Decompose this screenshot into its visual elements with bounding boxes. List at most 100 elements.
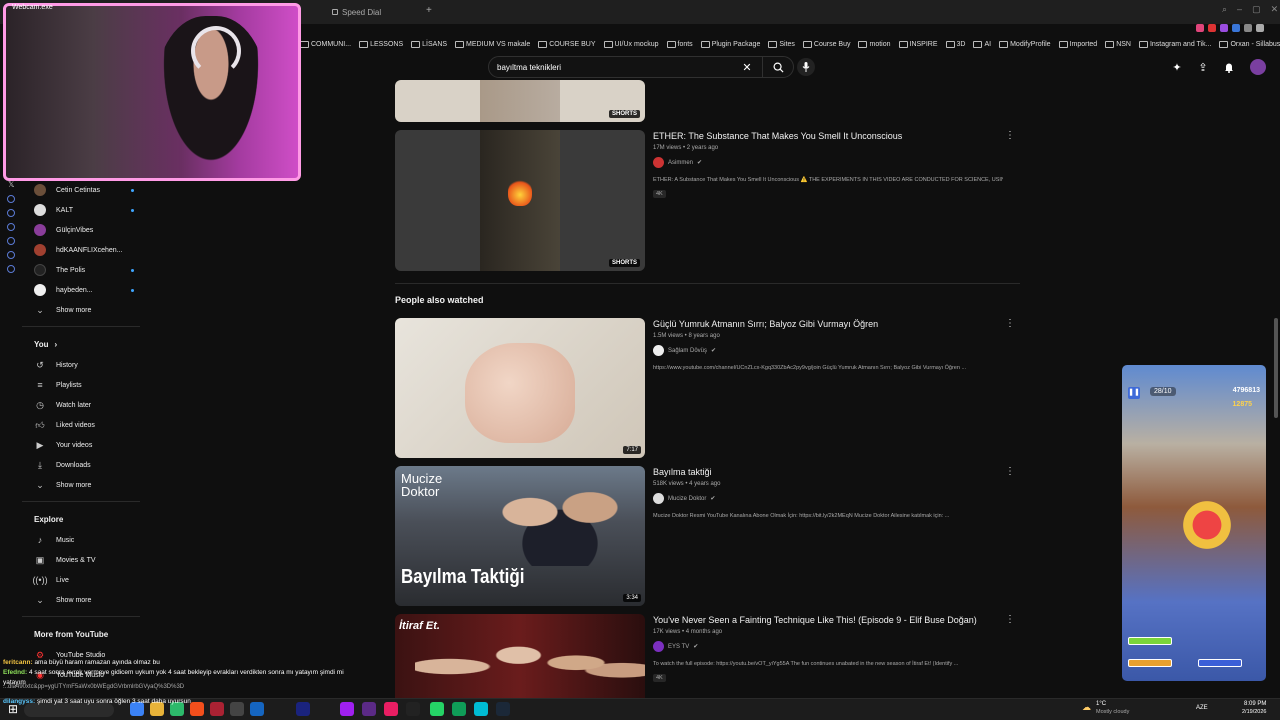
bookmark[interactable]: ModifyProfile	[999, 37, 1050, 51]
extension-icon[interactable]	[1232, 24, 1240, 32]
panel-icon[interactable]	[7, 195, 15, 203]
new-tab-button[interactable]: +	[426, 5, 432, 16]
settings-icon[interactable]	[7, 265, 15, 273]
clear-search-icon[interactable]: ✕	[738, 58, 756, 76]
clock-time[interactable]: 8:09 PM	[1244, 701, 1266, 707]
minimize-icon[interactable]: –	[1237, 4, 1242, 15]
video-title[interactable]: Güçlü Yumruk Atmanın Sırrı; Balyoz Gibi …	[653, 318, 1003, 330]
video-card[interactable]: 7:17 Güçlü Yumruk Atmanın Sırrı; Balyoz …	[395, 318, 1025, 458]
sidebar-item-music[interactable]: ♪ Music	[22, 530, 140, 550]
sidebar-item-movies[interactable]: ▣ Movies & TV	[22, 550, 140, 570]
video-title[interactable]: ETHER: The Substance That Makes You Smel…	[653, 130, 1003, 142]
history-icon[interactable]	[7, 223, 15, 231]
extension-icon[interactable]	[1196, 24, 1204, 32]
bookmark[interactable]: 3D	[946, 37, 966, 51]
sidebar-item-live[interactable]: ((•)) Live	[22, 570, 140, 590]
show-more-subscriptions[interactable]: ⌄ Show more	[22, 300, 140, 320]
channel-row[interactable]: Asimmen ✔	[653, 157, 1003, 168]
taskbar-app-icon[interactable]	[452, 702, 466, 716]
sidebar-subscription[interactable]: GülçinVibes	[22, 220, 140, 240]
bookmark[interactable]: Instagram and Tik...	[1139, 37, 1211, 51]
bookmark[interactable]: Sites	[768, 37, 795, 51]
video-title[interactable]: You've Never Seen a Fainting Technique L…	[653, 614, 1003, 626]
video-card[interactable]: İtiraf Et. You've Never Seen a Fainting …	[395, 614, 1025, 704]
sidebar-item-downloads[interactable]: ⤓ Downloads	[22, 455, 140, 475]
channel-row[interactable]: Sağlam Dövüş ✔	[653, 345, 1003, 356]
bookmark[interactable]: Plugin Package	[701, 37, 761, 51]
search-tabs-icon[interactable]: ⌕	[1222, 4, 1227, 15]
sidebar-item-liked-videos[interactable]: 👍︎ Liked videos	[22, 415, 140, 435]
more-options-icon[interactable]: ⋮	[1005, 466, 1015, 477]
extension-icon[interactable]	[1220, 24, 1228, 32]
video-thumbnail[interactable]: 7:17	[395, 318, 645, 458]
sidebar-subscription[interactable]: KALT	[22, 200, 140, 220]
scrollbar[interactable]	[1274, 318, 1278, 418]
show-more-explore[interactable]: ⌄ Show more	[22, 590, 140, 610]
sidebar-subscription[interactable]: Cetin Cetintas	[22, 180, 140, 200]
notifications-icon[interactable]	[1220, 58, 1238, 76]
show-more-you[interactable]: ⌄ Show more	[22, 475, 140, 495]
sidebar-subscription[interactable]: hdKAANFLIXcehen...	[22, 240, 140, 260]
bookmark[interactable]: LESSONS	[359, 37, 403, 51]
more-options-icon[interactable]: ⋮	[1005, 130, 1015, 141]
bookmark[interactable]: NSN	[1105, 37, 1131, 51]
video-thumbnail[interactable]: SHORTS	[395, 130, 645, 271]
sidebar-item-your-videos[interactable]: ▶ Your videos	[22, 435, 140, 455]
taskbar-app-icon[interactable]	[384, 702, 398, 716]
taskbar-app-icon[interactable]	[474, 702, 488, 716]
video-thumbnail[interactable]: Mucize Doktor Bayılma Taktiği 3:34	[395, 466, 645, 606]
upload-icon[interactable]: ⇪	[1194, 58, 1212, 76]
more-options-icon[interactable]: ⋮	[1005, 614, 1015, 625]
taskbar-app-icon[interactable]	[340, 702, 354, 716]
video-title[interactable]: Bayılma taktiği	[653, 466, 1003, 478]
bookmark[interactable]: Orxan - Sillabus h...	[1219, 37, 1280, 51]
channel-row[interactable]: Mucize Doktor ✔	[653, 493, 1003, 504]
channel-row[interactable]: EYS TV ✔	[653, 641, 1003, 652]
taskbar-search[interactable]	[24, 703, 114, 717]
extension-icon[interactable]	[1256, 24, 1264, 32]
microphone-icon[interactable]	[797, 58, 815, 76]
sidebar-subscription[interactable]: haybeden...	[22, 280, 140, 300]
search-input[interactable]: bayıltma teknikleri	[497, 63, 738, 72]
search-bar[interactable]: bayıltma teknikleri ✕	[488, 56, 794, 78]
sidebar-subscription[interactable]: The Polis	[22, 260, 140, 280]
heart-icon[interactable]	[7, 209, 15, 217]
video-card[interactable]: SHORTS ETHER: The Substance That Makes Y…	[395, 130, 1025, 271]
search-icon[interactable]	[769, 58, 787, 76]
input-language[interactable]: AZE	[1196, 705, 1208, 711]
taskbar-app-icon[interactable]	[496, 702, 510, 716]
avatar[interactable]	[1250, 59, 1266, 75]
you-heading[interactable]: You ›	[22, 333, 140, 355]
sidebar-item-history[interactable]: ↺ History	[22, 355, 140, 375]
x-icon[interactable]: 𝕏	[8, 180, 14, 189]
extension-icon[interactable]	[1244, 24, 1252, 32]
bookmark[interactable]: UI/Ux mockup	[604, 37, 659, 51]
game-pip-window[interactable]: ❚❚ 28/10 4796813 12875	[1122, 365, 1266, 681]
bookmark[interactable]: fonts	[667, 37, 693, 51]
taskbar-app-icon[interactable]	[406, 702, 420, 716]
clock-date[interactable]: 2/19/2026	[1242, 709, 1266, 715]
create-icon[interactable]: ✦	[1168, 58, 1186, 76]
download-icon[interactable]	[7, 237, 15, 245]
close-icon[interactable]: ✕	[1271, 4, 1279, 15]
taskbar-app-icon[interactable]	[296, 702, 310, 716]
chat-icon[interactable]	[7, 251, 15, 259]
bookmark[interactable]: MEDIUM VS makale	[455, 37, 530, 51]
bookmark[interactable]: COMMUNI...	[300, 37, 351, 51]
bookmark[interactable]: motion	[858, 37, 890, 51]
taskbar-app-icon[interactable]	[362, 702, 376, 716]
video-thumbnail[interactable]: SHORTS	[395, 80, 645, 122]
bookmark[interactable]: AI	[973, 37, 991, 51]
video-card[interactable]: Mucize Doktor Bayılma Taktiği 3:34 Bayıl…	[395, 466, 1025, 606]
taskbar-app-icon[interactable]	[430, 702, 444, 716]
pause-icon[interactable]: ❚❚	[1128, 387, 1140, 399]
bookmark[interactable]: INSPIRE	[899, 37, 938, 51]
extension-icon[interactable]	[1208, 24, 1216, 32]
more-options-icon[interactable]: ⋮	[1005, 318, 1015, 329]
tab-speed-dial[interactable]: Speed Dial	[332, 4, 381, 20]
bookmark[interactable]: COURSE BUY	[538, 37, 595, 51]
sidebar-item-playlists[interactable]: ≡ Playlists	[22, 375, 140, 395]
bookmark[interactable]: LİSANS	[411, 37, 447, 51]
video-thumbnail[interactable]: İtiraf Et.	[395, 614, 645, 704]
bookmark[interactable]: Course Buy	[803, 37, 851, 51]
